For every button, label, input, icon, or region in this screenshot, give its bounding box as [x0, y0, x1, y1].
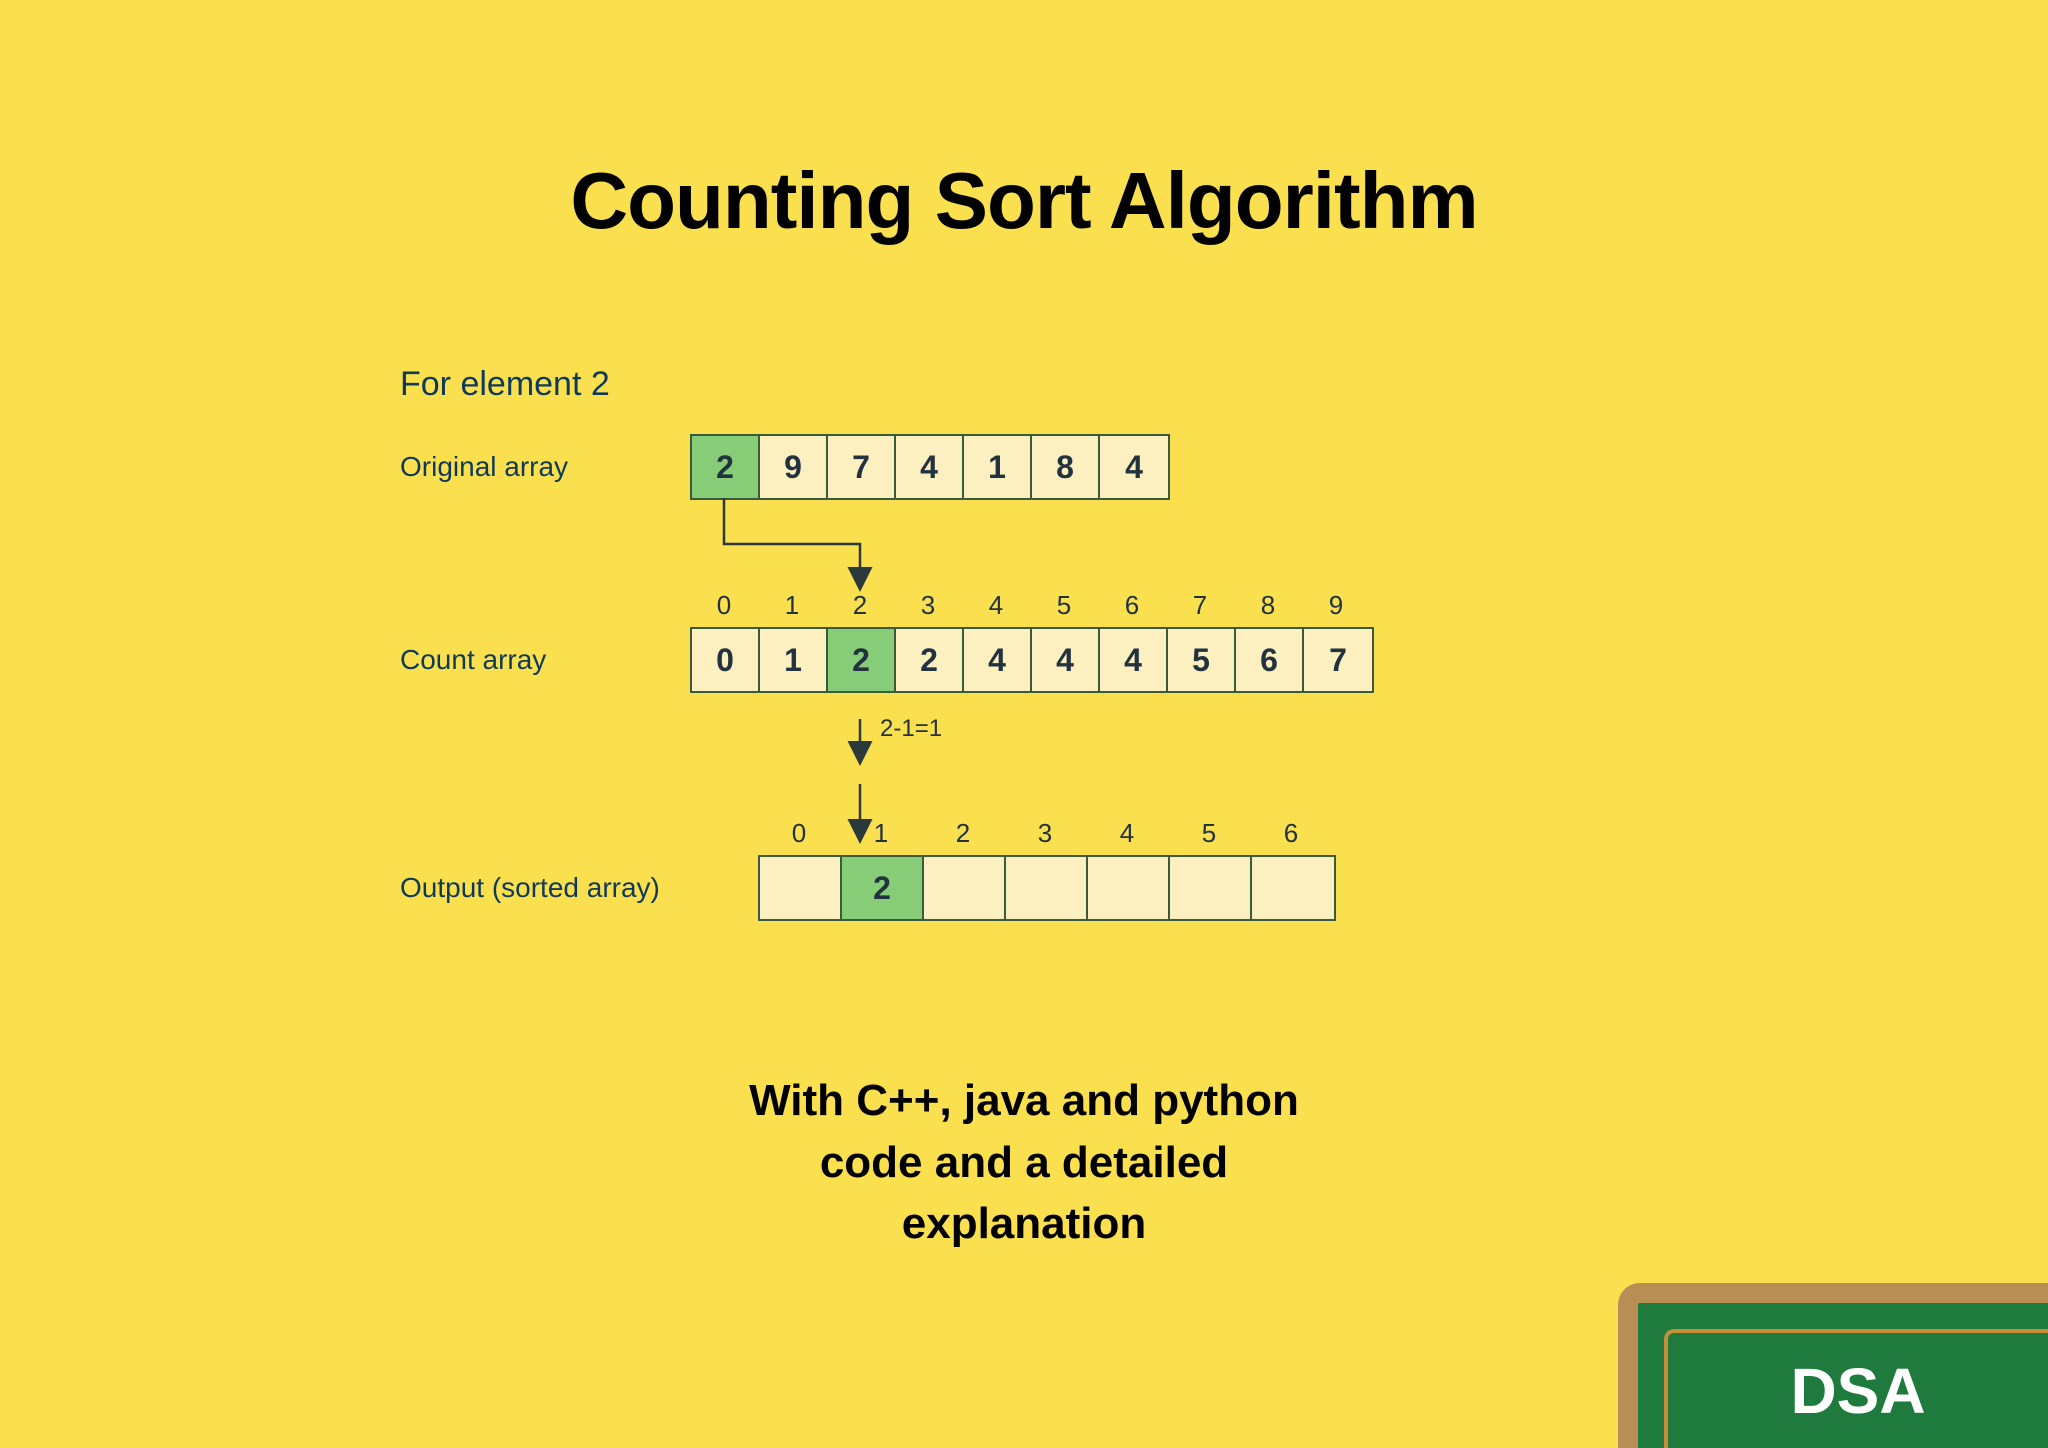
index: 0 [690, 590, 758, 621]
index: 4 [962, 590, 1030, 621]
dsa-badge: DSA [1618, 1283, 2048, 1448]
cell: 0 [692, 629, 760, 691]
cell: 9 [760, 436, 828, 498]
cell [1170, 857, 1252, 919]
cell [1006, 857, 1088, 919]
arrays-container: Original array 2 9 7 4 1 8 4 0 1 2 3 4 5… [400, 434, 1500, 921]
cell: 4 [964, 629, 1032, 691]
cell: 2 [828, 629, 896, 691]
count-array-label: Count array [400, 644, 690, 676]
cell: 8 [1032, 436, 1100, 498]
index: 1 [840, 818, 922, 849]
index: 8 [1234, 590, 1302, 621]
subtitle-line: explanation [0, 1193, 2048, 1255]
cell: 2 [896, 629, 964, 691]
index: 5 [1168, 818, 1250, 849]
cell: 4 [1032, 629, 1100, 691]
output-array-label: Output (sorted array) [400, 872, 758, 904]
badge-text: DSA [1790, 1354, 1925, 1428]
original-array-cells: 2 9 7 4 1 8 4 [690, 434, 1170, 500]
step-label: For element 2 [400, 365, 1500, 404]
count-array-row: Count array 0 1 2 2 4 4 4 5 6 7 [400, 627, 1500, 693]
cell: 2 [692, 436, 760, 498]
index: 1 [758, 590, 826, 621]
cell: 1 [964, 436, 1032, 498]
page-title: Counting Sort Algorithm [0, 155, 2048, 247]
cell [760, 857, 842, 919]
cell [1252, 857, 1334, 919]
cell: 1 [760, 629, 828, 691]
cell: 5 [1168, 629, 1236, 691]
cell: 2 [842, 857, 924, 919]
badge-frame: DSA [1618, 1283, 2048, 1448]
cell: 6 [1236, 629, 1304, 691]
index: 6 [1250, 818, 1332, 849]
index: 2 [826, 590, 894, 621]
index: 3 [1004, 818, 1086, 849]
calculation-annotation: 2-1=1 [880, 715, 942, 743]
subtitle-line: With C++, java and python [0, 1070, 2048, 1132]
index: 7 [1166, 590, 1234, 621]
count-array-indices: 0 1 2 3 4 5 6 7 8 9 [690, 590, 1500, 621]
output-array-indices: 0 1 2 3 4 5 6 [758, 818, 1500, 849]
cell: 4 [896, 436, 964, 498]
algorithm-diagram: For element 2 Original array 2 9 7 4 1 8… [400, 365, 1500, 921]
cell: 4 [1100, 436, 1168, 498]
index: 6 [1098, 590, 1166, 621]
subtitle-line: code and a detailed [0, 1132, 2048, 1194]
cell: 7 [828, 436, 896, 498]
cell [1088, 857, 1170, 919]
index: 3 [894, 590, 962, 621]
index: 2 [922, 818, 1004, 849]
original-array-label: Original array [400, 451, 690, 483]
index: 0 [758, 818, 840, 849]
subtitle: With C++, java and python code and a det… [0, 1070, 2048, 1255]
index: 4 [1086, 818, 1168, 849]
cell: 7 [1304, 629, 1372, 691]
index: 9 [1302, 590, 1370, 621]
badge-inner: DSA [1664, 1329, 2048, 1448]
cell [924, 857, 1006, 919]
count-array-cells: 0 1 2 2 4 4 4 5 6 7 [690, 627, 1374, 693]
cell: 4 [1100, 629, 1168, 691]
output-array-cells: 2 [758, 855, 1336, 921]
original-array-row: Original array 2 9 7 4 1 8 4 [400, 434, 1500, 500]
output-array-row: Output (sorted array) 2 [400, 855, 1500, 921]
index: 5 [1030, 590, 1098, 621]
